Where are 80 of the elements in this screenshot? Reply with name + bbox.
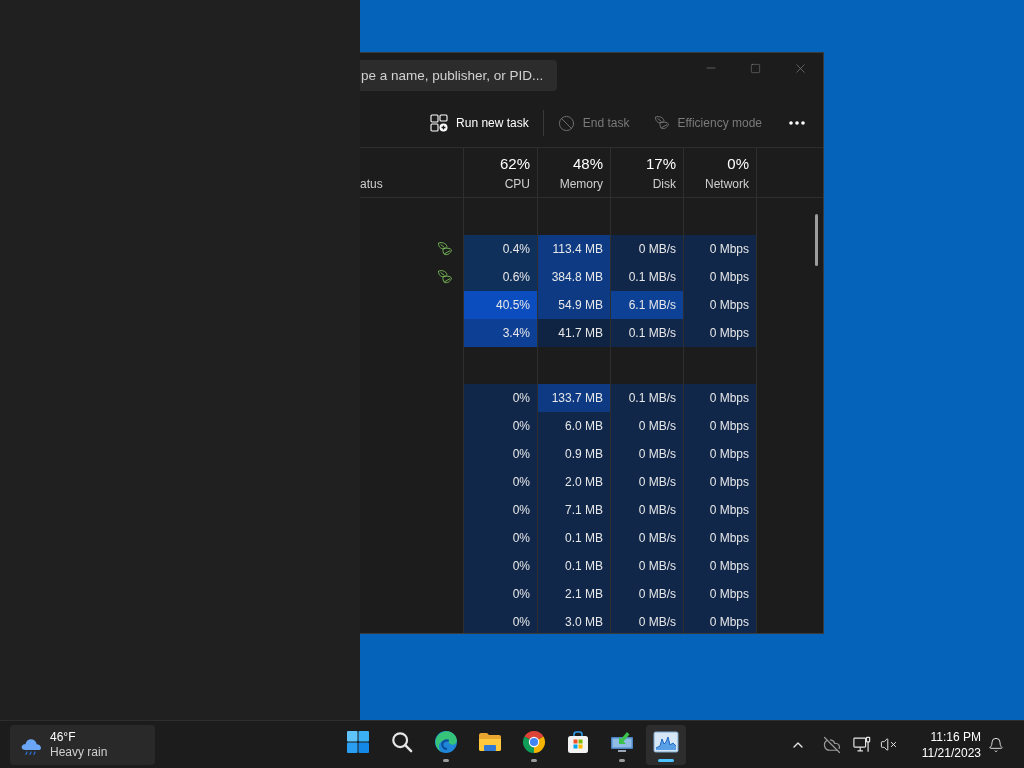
- column-header[interactable]: 48% Memory: [537, 148, 610, 197]
- table-cell: 384.8 MB: [537, 263, 610, 291]
- weather-widget[interactable]: 46°F Heavy rain: [10, 724, 155, 765]
- table-cell: 0 MB/s: [610, 524, 683, 552]
- table-cell: 133.7 MB: [537, 384, 610, 412]
- table-cell: 0 Mbps: [683, 291, 756, 319]
- more-icon: [789, 121, 805, 125]
- four-squares-logo-icon: [346, 729, 370, 754]
- table-cell: 3.4%: [463, 319, 537, 347]
- monitor-arrow-icon: [610, 730, 634, 753]
- table-cell: 0 MB/s: [610, 412, 683, 440]
- table-cell: 0 MB/s: [610, 468, 683, 496]
- scrollbar-thumb[interactable]: [815, 214, 818, 266]
- table-cell: 6.0 MB: [537, 412, 610, 440]
- column-header[interactable]: 17% Disk: [610, 148, 683, 197]
- table-cell: 0 Mbps: [683, 235, 756, 263]
- table-cell: 0 MB/s: [610, 580, 683, 608]
- table-cell: 41.7 MB: [537, 319, 610, 347]
- table-cell: 0.1 MB: [537, 552, 610, 580]
- clock-button[interactable]: 11:16 PM 11/21/2023: [918, 724, 984, 765]
- table-cell: 54.9 MB: [537, 291, 610, 319]
- bell-icon: [988, 736, 1004, 753]
- taskbar-app-button[interactable]: [646, 724, 686, 765]
- table-cell: 0%: [463, 412, 537, 440]
- table-cell: 0.1 MB/s: [610, 384, 683, 412]
- table-cell: 0 Mbps: [683, 440, 756, 468]
- table-cell: 0.1 MB: [537, 524, 610, 552]
- shopping-bag-icon: [566, 729, 590, 754]
- table-cell: 0.6%: [463, 263, 537, 291]
- table-cell: 0.9 MB: [537, 440, 610, 468]
- table-cell: 0 Mbps: [683, 319, 756, 347]
- window-plus-icon: [430, 114, 449, 132]
- table-cell: 0.1 MB/s: [610, 263, 683, 291]
- table-cell: 0 MB/s: [610, 440, 683, 468]
- monitor-cable-icon[interactable]: [852, 736, 871, 753]
- table-cell: 40.5%: [463, 291, 537, 319]
- table-cell: 0%: [463, 580, 537, 608]
- table-cell: 0 MB/s: [610, 235, 683, 263]
- table-cell: 2.0 MB: [537, 468, 610, 496]
- cloud-off-icon[interactable]: [822, 735, 841, 754]
- table-cell: 0%: [463, 440, 537, 468]
- swirl-logo-icon: [434, 729, 458, 754]
- table-cell: 0%: [463, 468, 537, 496]
- maximize-icon: [750, 62, 761, 74]
- column-header[interactable]: 62% CPU: [463, 148, 537, 197]
- table-cell: 6.1 MB/s: [610, 291, 683, 319]
- table-cell: 113.4 MB: [537, 235, 610, 263]
- leaf-icon: [653, 115, 670, 131]
- table-cell: 3.0 MB: [537, 608, 610, 633]
- table-cell: 0 Mbps: [683, 496, 756, 524]
- circle-logo-icon: [522, 729, 546, 754]
- table-cell: 0 Mbps: [683, 608, 756, 633]
- table-cell: 0%: [463, 524, 537, 552]
- table-cell: 0 Mbps: [683, 384, 756, 412]
- table-cell: 0 MB/s: [610, 608, 683, 633]
- folder-icon: [478, 731, 502, 752]
- table-cell: 7.1 MB: [537, 496, 610, 524]
- ban-icon: [557, 114, 575, 132]
- column-header[interactable]: atus: [360, 148, 463, 197]
- table-cell: 0 Mbps: [683, 580, 756, 608]
- table-cell: 0 MB/s: [610, 552, 683, 580]
- table-cell: 0%: [463, 496, 537, 524]
- table-cell: 0%: [463, 552, 537, 580]
- column-header[interactable]: 0% Network: [683, 148, 756, 197]
- run-new-task-button[interactable]: Run new task: [423, 107, 536, 139]
- table-cell: 0.4%: [463, 235, 537, 263]
- search-field[interactable]: pe a name, publisher, or PID...: [360, 60, 557, 91]
- table-cell: 0 Mbps: [683, 552, 756, 580]
- table-cell: 0 Mbps: [683, 524, 756, 552]
- table-cell: 0 MB/s: [610, 496, 683, 524]
- table-cell: 0 Mbps: [683, 412, 756, 440]
- table-cell: 0.1 MB/s: [610, 319, 683, 347]
- search-icon: [391, 730, 413, 753]
- table-cell: 0 Mbps: [683, 468, 756, 496]
- table-cell: 2.1 MB: [537, 580, 610, 608]
- chart-window-icon: [653, 730, 679, 753]
- speaker-muted-icon[interactable]: [879, 736, 897, 753]
- table-cell: 0 Mbps: [683, 263, 756, 291]
- table-cell: 0%: [463, 384, 537, 412]
- table-cell: 0%: [463, 608, 537, 633]
